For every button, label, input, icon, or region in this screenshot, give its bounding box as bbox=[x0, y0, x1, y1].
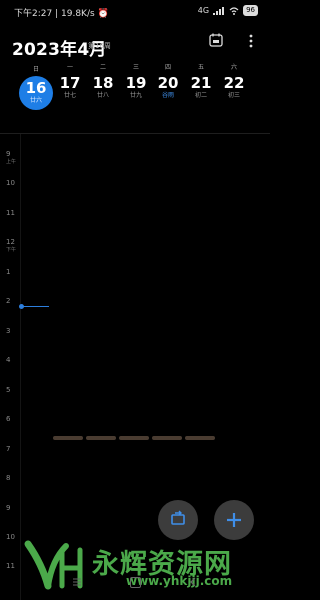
battery-icon: 96 bbox=[243, 5, 258, 16]
week-strip: 日 16 廿六 一 17 廿七 二 18 廿八 三 19 廿九 四 20 谷雨 … bbox=[12, 64, 264, 112]
day-dow: 一 bbox=[66, 64, 73, 71]
status-bar: 下午2:27 | 19.8K/s ⏰ 4G 96 bbox=[0, 0, 270, 22]
hour-label: 4 bbox=[6, 356, 11, 364]
day-cell-today[interactable]: 16 廿六 bbox=[19, 76, 53, 110]
hour-label: 8 bbox=[6, 474, 11, 482]
day-cell[interactable]: 二 18 廿八 bbox=[86, 64, 120, 110]
day-lunar: 初三 bbox=[227, 92, 240, 99]
back-icon[interactable] bbox=[188, 576, 198, 588]
timeline-axis bbox=[20, 134, 21, 600]
hour-label: 2 bbox=[6, 297, 11, 305]
week-number: 第16周 bbox=[88, 42, 111, 50]
day-number: 17 bbox=[59, 74, 81, 92]
day-cell[interactable]: 六 22 初三 bbox=[217, 64, 251, 110]
event-bar[interactable] bbox=[86, 436, 116, 440]
status-speed: 19.8K/s bbox=[61, 9, 95, 19]
system-nav-bar bbox=[60, 574, 210, 592]
signal-label: 4G bbox=[197, 6, 210, 15]
signal-icon bbox=[213, 6, 225, 15]
day-lunar: 廿六 bbox=[29, 97, 42, 104]
day-dow: 六 bbox=[230, 64, 237, 71]
hour-label: 10 bbox=[6, 533, 15, 541]
hour-label: 9 bbox=[6, 504, 11, 512]
plus-icon bbox=[227, 513, 241, 527]
day-number: 22 bbox=[223, 74, 245, 92]
day-number: 18 bbox=[92, 74, 114, 92]
day-lunar: 初二 bbox=[194, 92, 207, 99]
event-bar[interactable] bbox=[152, 436, 182, 440]
current-time-line bbox=[22, 306, 49, 307]
status-left: 下午2:27 | 19.8K/s ⏰ bbox=[14, 9, 109, 19]
day-dow: 二 bbox=[99, 64, 106, 71]
day-cell[interactable]: 一 17 廿七 bbox=[53, 64, 87, 110]
add-event-button[interactable] bbox=[214, 500, 254, 540]
calendar-today-icon[interactable] bbox=[208, 32, 224, 48]
day-dow: 三 bbox=[132, 64, 139, 71]
event-bar[interactable] bbox=[119, 436, 149, 440]
calendar-header: 2023年4月 第16周 bbox=[0, 28, 270, 60]
day-number: 19 bbox=[125, 74, 147, 92]
day-lunar-solar-term: 谷雨 bbox=[161, 92, 174, 99]
more-options-icon[interactable] bbox=[246, 32, 256, 50]
menu-icon[interactable] bbox=[72, 576, 82, 588]
hour-label: 1 bbox=[6, 268, 11, 276]
day-dow: 日 bbox=[32, 66, 39, 73]
event-bar[interactable] bbox=[53, 436, 83, 440]
ampm-label: 下午 bbox=[6, 247, 17, 253]
hour-label: 11 bbox=[6, 562, 15, 570]
day-cell[interactable]: 三 19 廿九 bbox=[119, 64, 153, 110]
hour-label: 9 上午 bbox=[6, 150, 17, 165]
hour-label: 10 bbox=[6, 179, 15, 187]
day-number: 21 bbox=[190, 74, 212, 92]
hour-label: 7 bbox=[6, 445, 11, 453]
day-cell[interactable]: 五 21 初二 bbox=[184, 64, 218, 110]
ampm-label: 上午 bbox=[6, 159, 17, 165]
hour-label: 5 bbox=[6, 386, 11, 394]
swap-icon bbox=[171, 510, 185, 525]
event-bar[interactable] bbox=[185, 436, 215, 440]
day-number: 16 bbox=[25, 79, 47, 97]
status-time: 下午2:27 bbox=[14, 9, 53, 19]
day-dow: 四 bbox=[164, 64, 171, 71]
hour-label: 11 bbox=[6, 209, 15, 217]
day-number: 20 bbox=[157, 74, 179, 92]
header-divider bbox=[0, 133, 270, 134]
day-lunar: 廿七 bbox=[63, 92, 76, 99]
hour-label: 6 bbox=[6, 415, 11, 423]
wifi-icon bbox=[229, 6, 239, 15]
alarm-icon: ⏰ bbox=[97, 9, 109, 19]
day-lunar: 廿八 bbox=[96, 92, 109, 99]
switch-view-button[interactable] bbox=[158, 500, 198, 540]
day-lunar: 廿九 bbox=[129, 92, 142, 99]
hour-label: 12 下午 bbox=[6, 238, 17, 253]
day-dow: 五 bbox=[197, 64, 204, 71]
home-icon[interactable] bbox=[130, 577, 141, 588]
hour-label: 3 bbox=[6, 327, 11, 335]
status-right: 4G 96 bbox=[198, 5, 258, 16]
day-cell[interactable]: 四 20 谷雨 bbox=[151, 64, 185, 110]
